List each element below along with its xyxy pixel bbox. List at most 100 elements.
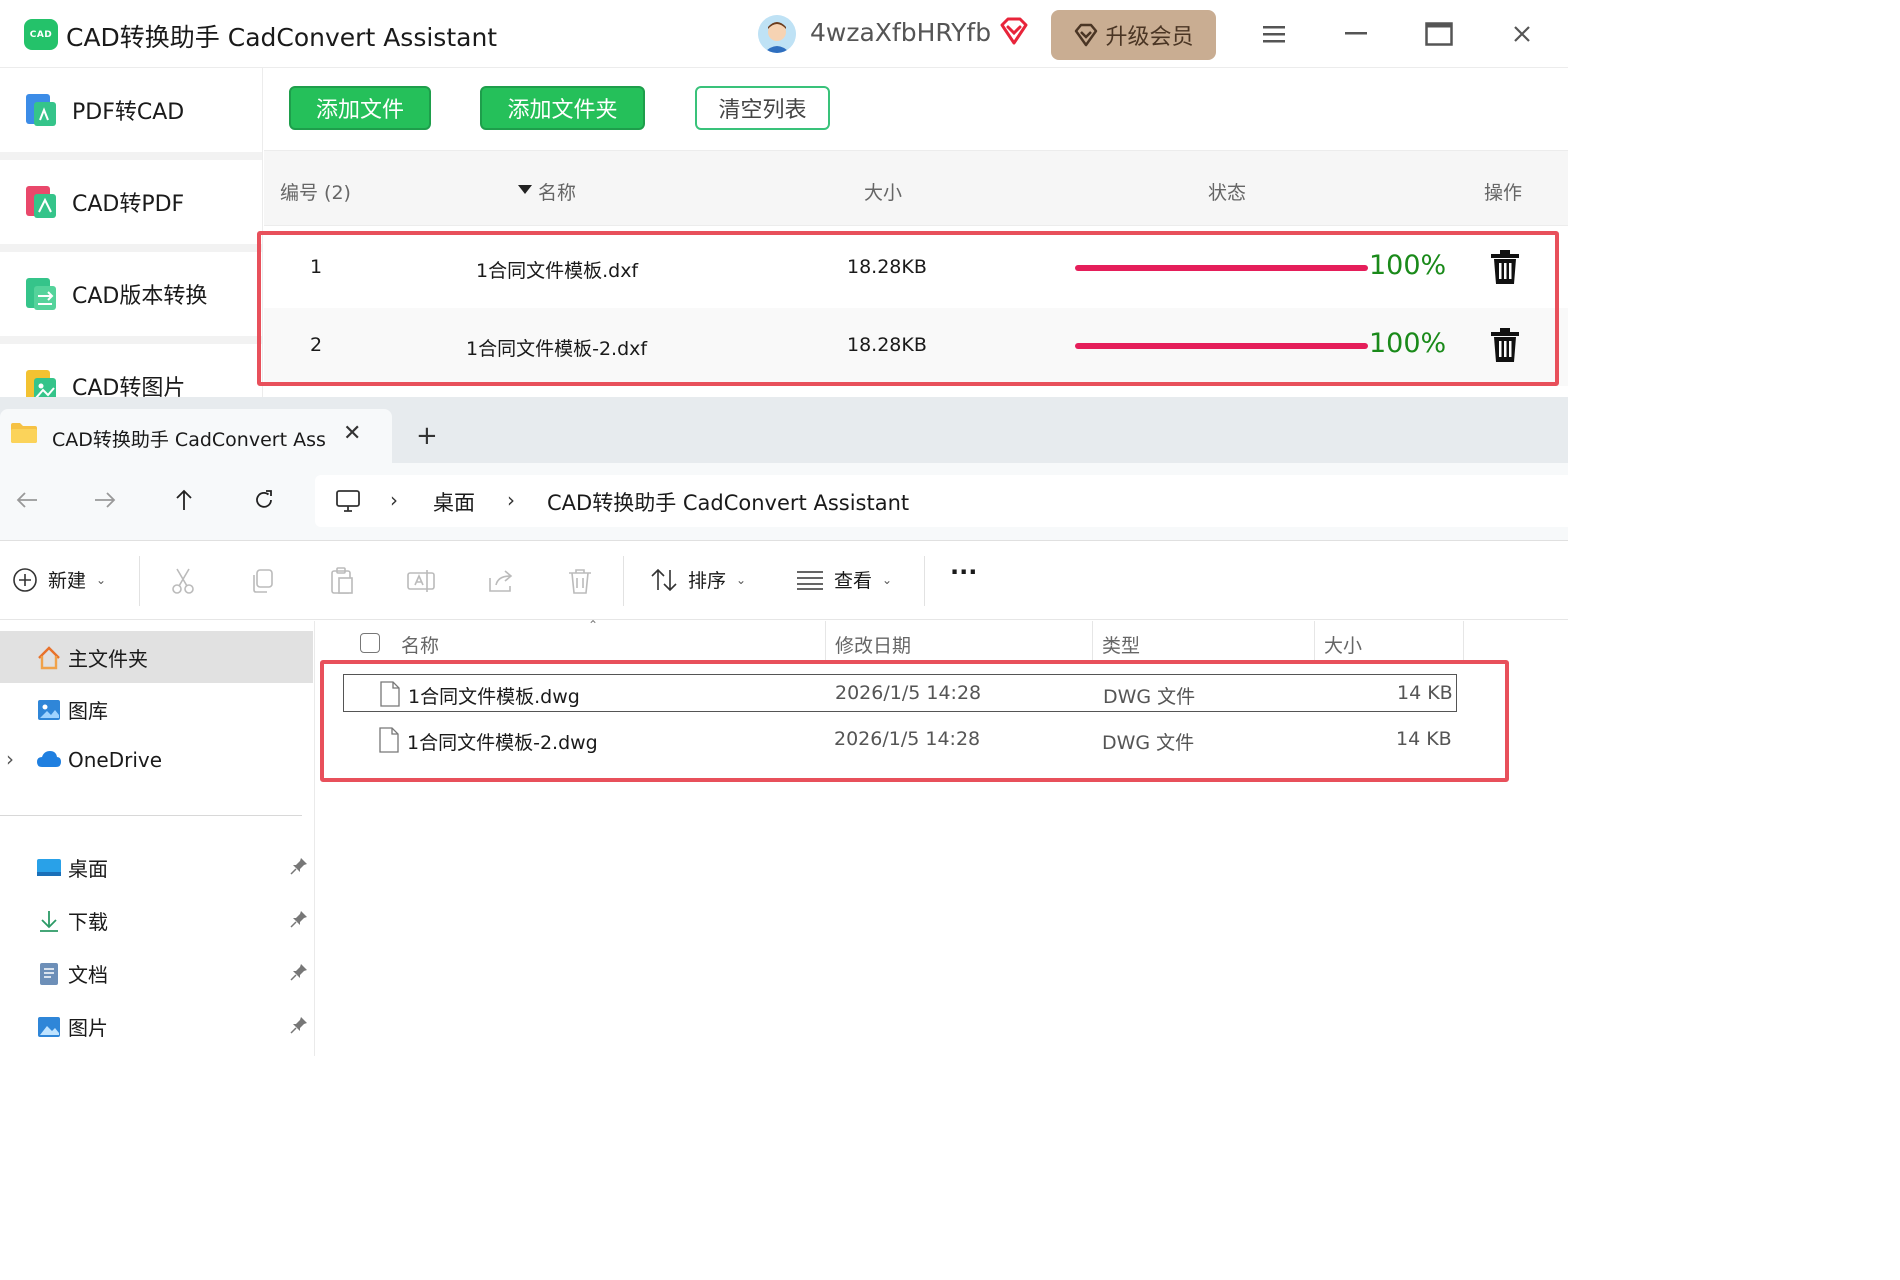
- back-arrow-icon[interactable]: [12, 485, 42, 515]
- sidebar-divider: [0, 152, 262, 160]
- file-name: 1合同文件模板.dwg: [408, 686, 580, 708]
- address-bar[interactable]: › 桌面 › CAD转换助手 CadConvert Assistant: [315, 475, 1568, 527]
- nav-label: 下载: [68, 910, 108, 934]
- minimize-icon[interactable]: [1334, 16, 1378, 52]
- file-type: DWG 文件: [1103, 686, 1196, 708]
- nav-item-documents[interactable]: 文档: [36, 959, 108, 988]
- row-file-size: 18.28KB: [847, 334, 927, 356]
- maximize-icon[interactable]: [1417, 16, 1461, 52]
- new-button[interactable]: 新建 ⌄: [12, 566, 106, 593]
- nav-item-desktop[interactable]: 桌面: [36, 853, 108, 882]
- command-divider: [924, 556, 925, 606]
- username[interactable]: 4wzaXfbHRYfb: [810, 18, 991, 47]
- file-modified: 2026/1/5 14:28: [835, 682, 982, 704]
- pin-icon[interactable]: [290, 1016, 308, 1034]
- vip-diamond-icon[interactable]: [998, 15, 1030, 47]
- nav-item-downloads[interactable]: 下载: [36, 906, 108, 935]
- cloud-icon: [37, 751, 61, 767]
- table-row[interactable]: 1 1合同文件模板.dxf 18.28KB 100%: [264, 230, 1568, 308]
- tab-title: CAD转换助手 CadConvert Assi: [52, 429, 327, 451]
- explorer-tab[interactable]: CAD转换助手 CadConvert Assi ✕: [0, 409, 392, 463]
- view-button[interactable]: 查看 ⌄: [796, 566, 892, 593]
- row-file-name: 1合同文件模板-2.dxf: [466, 338, 648, 360]
- progress-bar: [1075, 265, 1368, 271]
- upgrade-member-button[interactable]: 升级会员: [1051, 10, 1216, 60]
- column-header-name[interactable]: 名称: [401, 631, 439, 658]
- column-separator[interactable]: [825, 621, 826, 661]
- pin-icon[interactable]: [290, 857, 308, 875]
- refresh-icon[interactable]: [249, 485, 279, 515]
- column-separator[interactable]: [1092, 621, 1093, 661]
- function-sidebar: PDF转CAD CAD转PDF CAD版本转换 CAD转图片: [0, 68, 263, 397]
- column-header-size[interactable]: 大小: [1324, 631, 1362, 658]
- sort-down-icon[interactable]: [518, 178, 532, 200]
- sidebar-item-cad-version[interactable]: CAD版本转换: [0, 252, 262, 336]
- breadcrumb-chevron-icon[interactable]: ›: [507, 488, 515, 512]
- tab-close-icon[interactable]: ✕: [343, 421, 361, 446]
- column-separator[interactable]: [1463, 621, 1464, 661]
- explorer-tab-strip: CAD转换助手 CadConvert Assi ✕ +: [0, 397, 1568, 463]
- nav-label: 桌面: [68, 857, 108, 881]
- column-header-size[interactable]: 大小: [864, 178, 902, 205]
- sidebar-divider: [0, 336, 262, 344]
- home-icon: [38, 645, 60, 669]
- breadcrumb-desktop[interactable]: 桌面: [433, 487, 475, 517]
- app-titlebar: CAD CAD转换助手 CadConvert Assistant 4wzaXfb…: [0, 0, 1568, 68]
- row-number: 1: [310, 256, 323, 278]
- delete-icon[interactable]: [565, 566, 595, 596]
- row-file-name: 1合同文件模板.dxf: [476, 260, 639, 282]
- column-header-modified[interactable]: 修改日期: [835, 631, 911, 658]
- pin-icon[interactable]: [290, 963, 308, 981]
- delete-icon[interactable]: [1490, 250, 1520, 284]
- column-header-name[interactable]: 名称: [538, 178, 576, 205]
- column-separator[interactable]: [1314, 621, 1315, 661]
- rename-icon[interactable]: [406, 566, 436, 596]
- clear-list-button[interactable]: 清空列表: [695, 86, 830, 130]
- new-tab-icon[interactable]: +: [416, 421, 438, 451]
- pdf-to-cad-icon: [24, 92, 58, 128]
- more-options-button[interactable]: ···: [950, 558, 977, 586]
- breadcrumb-current-folder[interactable]: CAD转换助手 CadConvert Assistant: [547, 487, 909, 517]
- cut-icon[interactable]: [168, 566, 198, 596]
- user-avatar[interactable]: [758, 15, 796, 53]
- conversion-main-panel: 添加文件 添加文件夹 清空列表 编号 (2) 名称 大小 状态 操作 1 1合同…: [264, 68, 1568, 397]
- document-icon: [40, 962, 58, 985]
- select-all-checkbox[interactable]: [360, 633, 380, 653]
- picture-icon: [38, 1016, 60, 1037]
- up-arrow-icon[interactable]: [169, 485, 199, 515]
- nav-item-onedrive[interactable]: OneDrive: [36, 747, 162, 773]
- file-row[interactable]: 1合同文件模板.dwg 2026/1/5 14:28 DWG 文件 14 KB: [343, 674, 1457, 712]
- sort-label: 排序: [688, 570, 727, 592]
- menu-icon[interactable]: [1252, 16, 1296, 52]
- nav-divider: [0, 815, 302, 816]
- sidebar-item-cad-to-image[interactable]: CAD转图片: [0, 344, 262, 397]
- nav-item-pictures[interactable]: 图片: [36, 1012, 108, 1041]
- forward-arrow-icon[interactable]: [90, 485, 120, 515]
- file-table-header: 编号 (2) 名称 大小 状态 操作: [264, 150, 1568, 226]
- pin-icon[interactable]: [290, 910, 308, 928]
- paste-icon[interactable]: [327, 566, 357, 596]
- add-folder-button[interactable]: 添加文件夹: [480, 86, 645, 130]
- column-header-status: 状态: [1208, 182, 1247, 204]
- table-row[interactable]: 2 1合同文件模板-2.dxf 18.28KB 100%: [264, 308, 1568, 386]
- file-row[interactable]: 1合同文件模板-2.dwg 2026/1/5 14:28 DWG 文件 14 K…: [343, 721, 1457, 759]
- cad-version-icon: [24, 276, 58, 312]
- column-header-type[interactable]: 类型: [1102, 631, 1140, 658]
- breadcrumb-chevron-icon[interactable]: ›: [390, 488, 398, 512]
- nav-item-gallery[interactable]: 图库: [36, 695, 108, 724]
- view-lines-icon: [797, 570, 823, 590]
- progress-bar: [1075, 343, 1368, 349]
- sidebar-item-pdf-to-cad[interactable]: PDF转CAD: [0, 68, 262, 152]
- nav-item-home[interactable]: 主文件夹: [0, 631, 313, 683]
- sidebar-item-label: CAD转图片: [72, 376, 186, 397]
- sidebar-item-cad-to-pdf[interactable]: CAD转PDF: [0, 160, 262, 244]
- delete-icon[interactable]: [1490, 328, 1520, 362]
- close-icon[interactable]: [1500, 16, 1544, 52]
- share-icon[interactable]: [486, 566, 516, 596]
- expand-chevron-icon[interactable]: ›: [6, 747, 14, 771]
- gallery-icon: [38, 699, 60, 720]
- sort-button[interactable]: 排序 ⌄: [650, 566, 746, 593]
- copy-icon[interactable]: [248, 566, 278, 596]
- add-file-button[interactable]: 添加文件: [289, 86, 431, 130]
- column-header-number[interactable]: 编号 (2): [280, 178, 351, 205]
